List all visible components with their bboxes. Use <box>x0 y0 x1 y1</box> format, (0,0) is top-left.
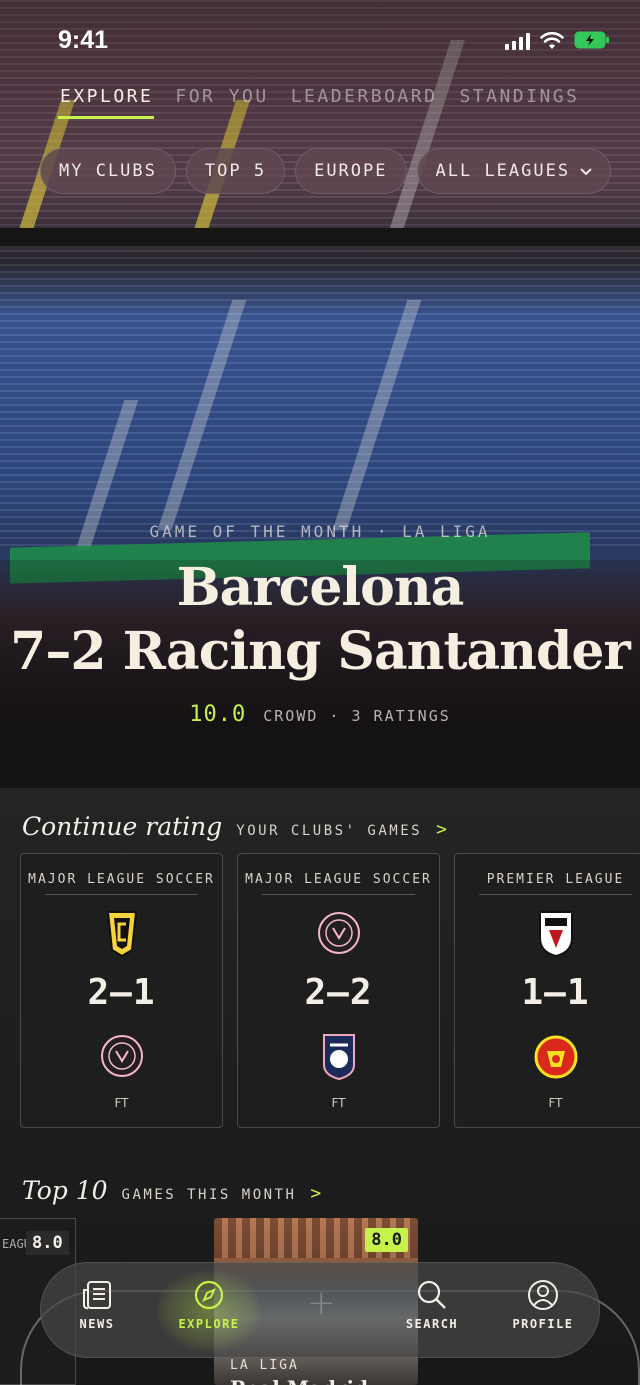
chevron-down-icon <box>580 161 592 181</box>
nav-explore[interactable]: EXPLORE <box>161 1277 257 1331</box>
chevron-right-icon: > <box>436 819 447 840</box>
ad-board <box>0 228 640 246</box>
top10-header[interactable]: Top 10 GAMES THIS MONTH > <box>22 1176 321 1205</box>
chip-label: MY CLUBS <box>59 161 157 181</box>
hero-title: Barcelona 7–2 Racing Santander <box>0 556 640 684</box>
chip-my-clubs[interactable]: MY CLUBS <box>40 148 176 194</box>
search-icon <box>384 1277 480 1313</box>
chip-all-leagues[interactable]: ALL LEAGUES <box>416 148 612 194</box>
status-icons <box>505 30 610 50</box>
signal-icon <box>505 32 530 50</box>
chevron-right-icon: > <box>310 1183 322 1204</box>
wifi-icon <box>540 32 564 50</box>
battery-icon <box>574 30 610 50</box>
match-card[interactable]: PREMIER LEAGUE 1–1 FT <box>454 853 640 1128</box>
card-status: FT <box>331 1096 346 1110</box>
section-title: Top 10 <box>22 1176 108 1205</box>
nav-label: PROFILE <box>512 1317 574 1331</box>
chip-top-5[interactable]: TOP 5 <box>185 148 286 194</box>
nav-label: NEWS <box>79 1317 115 1331</box>
tab-for-you[interactable]: FOR YOU <box>175 86 268 107</box>
inter-miami-crest <box>99 1031 145 1081</box>
hero-rating: 10.0 CROWD · 3 RATINGS <box>0 702 640 727</box>
chip-label: TOP 5 <box>204 161 267 181</box>
hero-title-line1: Barcelona <box>176 557 465 618</box>
nav-news[interactable]: NEWS <box>49 1277 145 1331</box>
chip-label: ALL LEAGUES <box>435 161 571 181</box>
card-league: PREMIER LEAGUE <box>486 872 625 887</box>
inter-miami-crest <box>316 908 362 958</box>
profile-icon <box>495 1277 591 1313</box>
card-league: MAJOR LEAGUE SOCCER <box>245 872 432 887</box>
divider <box>262 894 415 895</box>
top-tabs: EXPLORE FOR YOU LEADERBOARD STANDINGS <box>60 86 579 107</box>
tab-standings[interactable]: STANDINGS <box>459 86 579 107</box>
section-subtitle: GAMES THIS MONTH <box>121 1187 297 1203</box>
section-title: Continue rating <box>22 812 223 841</box>
bottom-nav: + NEWS EXPLORE SEARCH PROFILE <box>40 1262 600 1358</box>
hero-meta-text: CROWD · 3 RATINGS <box>263 707 451 725</box>
card-score: 1–1 <box>521 972 590 1013</box>
chip-europe[interactable]: EUROPE <box>295 148 407 194</box>
divider <box>45 894 198 895</box>
tab-explore[interactable]: EXPLORE <box>60 86 153 107</box>
match-card[interactable]: MAJOR LEAGUE SOCCER 2–2 FT <box>237 853 440 1128</box>
compass-icon <box>161 1277 257 1313</box>
status-time: 9:41 <box>58 26 109 54</box>
card-score: 2–1 <box>87 972 156 1013</box>
card-league: MAJOR LEAGUE SOCCER <box>28 872 215 887</box>
card-status: FT <box>114 1096 129 1110</box>
card-status: FT <box>548 1096 563 1110</box>
nav-label: EXPLORE <box>178 1317 240 1331</box>
nav-search[interactable]: SEARCH <box>384 1277 480 1331</box>
tab-leaderboard[interactable]: LEADERBOARD <box>291 86 438 107</box>
news-icon <box>49 1277 145 1313</box>
manchester-united-crest <box>533 1031 579 1081</box>
nav-label: SEARCH <box>405 1317 459 1331</box>
active-tab-indicator <box>58 116 154 119</box>
filter-chips: MY CLUBS TOP 5 EUROPE ALL LEAGUES <box>40 148 612 194</box>
nav-profile[interactable]: PROFILE <box>495 1277 591 1331</box>
plus-icon: + <box>307 1283 336 1323</box>
hero-title-line2: 7–2 Racing Santander <box>10 621 631 682</box>
rating-badge: 8.0 <box>26 1231 69 1255</box>
fulham-crest <box>533 908 579 958</box>
match-card[interactable]: MAJOR LEAGUE SOCCER 2–1 FT <box>20 853 223 1128</box>
rating-badge: 8.0 <box>365 1228 408 1252</box>
san-diego-crest <box>316 1031 362 1081</box>
columbus-crew-crest <box>99 908 145 958</box>
continue-rating-header[interactable]: Continue rating YOUR CLUBS' GAMES > <box>22 812 447 841</box>
card-score: 2–2 <box>304 972 373 1013</box>
hero-kicker: GAME OF THE MONTH · LA LIGA <box>149 522 491 541</box>
chip-label: EUROPE <box>314 161 388 181</box>
hero-score: 10.0 <box>189 702 247 727</box>
section-subtitle: YOUR CLUBS' GAMES <box>236 823 423 839</box>
divider <box>479 894 632 895</box>
continue-rating-cards: MAJOR LEAGUE SOCCER 2–1 FT MAJOR LEAGUE … <box>20 853 640 1128</box>
